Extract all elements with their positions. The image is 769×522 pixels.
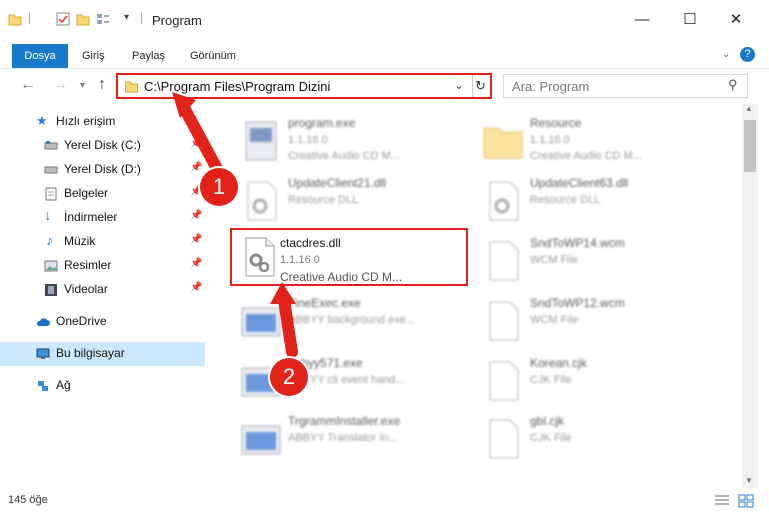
exe-file-icon (241, 425, 281, 455)
generic-file-icon (489, 241, 519, 281)
sidebar-item-quick-access[interactable]: ★ Hızlı erişim (0, 110, 205, 134)
dll-file-icon (245, 237, 275, 277)
generic-file-icon (489, 301, 519, 341)
file-item[interactable]: SndToWP14.wcm WCM File (480, 232, 730, 292)
documents-icon (45, 187, 57, 201)
sidebar-item-documents[interactable]: Belgeler 📌 (0, 182, 205, 206)
item-count: 145 öğe (8, 494, 48, 506)
file-item-ctacdres[interactable]: ctacdres.dll 1.1.16.0 Creative Audio CD … (230, 228, 468, 286)
folder-icon (125, 81, 138, 93)
sidebar-item-network[interactable]: Ağ (0, 374, 205, 398)
search-input[interactable]: Ara: Program ⚲ (503, 74, 748, 98)
pin-icon[interactable]: 📌 (190, 162, 202, 173)
generic-file-icon (489, 419, 519, 459)
file-item[interactable]: gbl.cjk CJK File (480, 410, 730, 470)
maximize-button[interactable]: ☐ (672, 8, 708, 32)
separator: | (140, 10, 144, 24)
file-item[interactable]: SndToWP12.wcm WCM File (480, 292, 730, 352)
file-item[interactable]: UpdateClient63.dll Resource DLL (480, 172, 730, 232)
properties-icon[interactable] (56, 12, 70, 26)
folder-icon[interactable] (8, 12, 22, 26)
drive-icon (44, 141, 58, 150)
tab-view[interactable]: Görünüm (190, 44, 236, 68)
exe-file-icon (241, 307, 281, 337)
sidebar-item-disk-d[interactable]: Yerel Disk (D:) 📌 (0, 158, 205, 182)
separator: | (28, 10, 32, 24)
view-menu-icon[interactable] (96, 12, 110, 26)
drive-icon (44, 166, 58, 174)
forward-arrow-icon[interactable]: → (52, 76, 68, 94)
sidebar-item-disk-c[interactable]: Yerel Disk (C:) 📌 (0, 134, 205, 158)
pin-icon[interactable]: 📌 (190, 210, 202, 221)
title-bar: | ▾ | Program — ☐ ✕ (0, 0, 769, 40)
file-item[interactable]: TrgrammInstaller.exe ABBYY Translator In… (238, 410, 488, 470)
new-folder-icon[interactable] (76, 12, 90, 26)
star-icon: ★ (36, 113, 48, 128)
exe-file-icon (245, 121, 277, 161)
up-arrow-icon[interactable]: ↑ (98, 76, 106, 94)
videos-icon (45, 284, 57, 296)
chevron-down-icon[interactable]: ▾ (124, 12, 129, 23)
navigation-bar: ← → ▾ ↑ C:\Program Files\Program Dizini … (0, 70, 769, 102)
dll-file-icon (489, 181, 519, 221)
pictures-icon (44, 260, 58, 272)
sidebar-item-music[interactable]: ♪ Müzik 📌 (0, 230, 205, 254)
address-bar[interactable]: C:\Program Files\Program Dizini ⌄ ↻ (116, 73, 492, 99)
pin-icon[interactable]: 📌 (190, 138, 202, 149)
file-item[interactable]: program.exe 1.1.16.0 Creative Audio CD M… (238, 112, 488, 172)
ribbon-tabs: Dosya Giriş Paylaş Görünüm ⌄ ? (0, 44, 769, 69)
tab-share[interactable]: Paylaş (132, 44, 165, 68)
scroll-up-icon[interactable]: ▲ (745, 104, 753, 113)
tab-home[interactable]: Giriş (82, 44, 105, 68)
address-dropdown-icon[interactable]: ⌄ (454, 78, 464, 92)
divider (472, 75, 473, 97)
folder-icon (483, 127, 523, 159)
download-icon: ↓ (44, 207, 52, 224)
sidebar-item-onedrive[interactable]: OneDrive (0, 310, 205, 334)
sidebar-item-downloads[interactable]: ↓ İndirmeler 📌 (0, 206, 205, 230)
ribbon-expand-icon[interactable]: ⌄ (722, 49, 730, 60)
refresh-icon[interactable]: ↻ (475, 78, 486, 94)
scroll-down-icon[interactable]: ▼ (745, 476, 753, 485)
sidebar-item-this-pc[interactable]: Bu bilgisayar (0, 342, 205, 366)
search-placeholder: Ara: Program (512, 79, 590, 94)
generic-file-icon (489, 361, 519, 401)
address-path: C:\Program Files\Program Dizini (144, 79, 331, 94)
close-button[interactable]: ✕ (718, 8, 754, 32)
file-item[interactable]: Korean.cjk CJK File (480, 352, 730, 412)
cloud-icon (36, 318, 50, 326)
callout-badge-1: 1 (200, 168, 238, 206)
status-bar: 145 öğe (0, 488, 769, 522)
pin-icon[interactable]: 📌 (190, 234, 202, 245)
network-icon (38, 381, 48, 391)
vertical-scrollbar[interactable]: ▲ ▼ (742, 104, 758, 488)
sidebar-item-videos[interactable]: Videolar 📌 (0, 278, 205, 302)
scrollbar-thumb[interactable] (744, 120, 756, 172)
help-icon[interactable]: ? (740, 47, 755, 62)
file-list: program.exe 1.1.16.0 Creative Audio CD M… (208, 104, 742, 488)
pin-icon[interactable]: 📌 (190, 282, 202, 293)
recent-locations-icon[interactable]: ▾ (80, 80, 85, 91)
file-item[interactable]: FineExec.exe ABBYY background exe... (238, 292, 488, 352)
dll-file-icon (247, 181, 277, 221)
window-title: Program (152, 13, 202, 28)
computer-icon (36, 348, 50, 359)
music-icon: ♪ (46, 232, 53, 248)
pin-icon[interactable]: 📌 (190, 258, 202, 269)
back-arrow-icon[interactable]: ← (20, 76, 36, 94)
navigation-pane: ★ Hızlı erişim Yerel Disk (C:) 📌 Yerel D… (0, 108, 207, 488)
large-icons-view-icon[interactable] (738, 494, 754, 508)
sidebar-item-pictures[interactable]: Resimler 📌 (0, 254, 205, 278)
search-icon[interactable]: ⚲ (728, 77, 738, 93)
callout-badge-2: 2 (270, 358, 308, 396)
file-item[interactable]: UpdateClient21.dll Resource DLL (238, 172, 488, 232)
details-view-icon[interactable] (714, 494, 730, 508)
tab-file[interactable]: Dosya (12, 44, 68, 68)
minimize-button[interactable]: — (624, 8, 660, 32)
file-item[interactable]: Resource 1.1.16.0 Creative Audio CD M... (480, 112, 730, 172)
